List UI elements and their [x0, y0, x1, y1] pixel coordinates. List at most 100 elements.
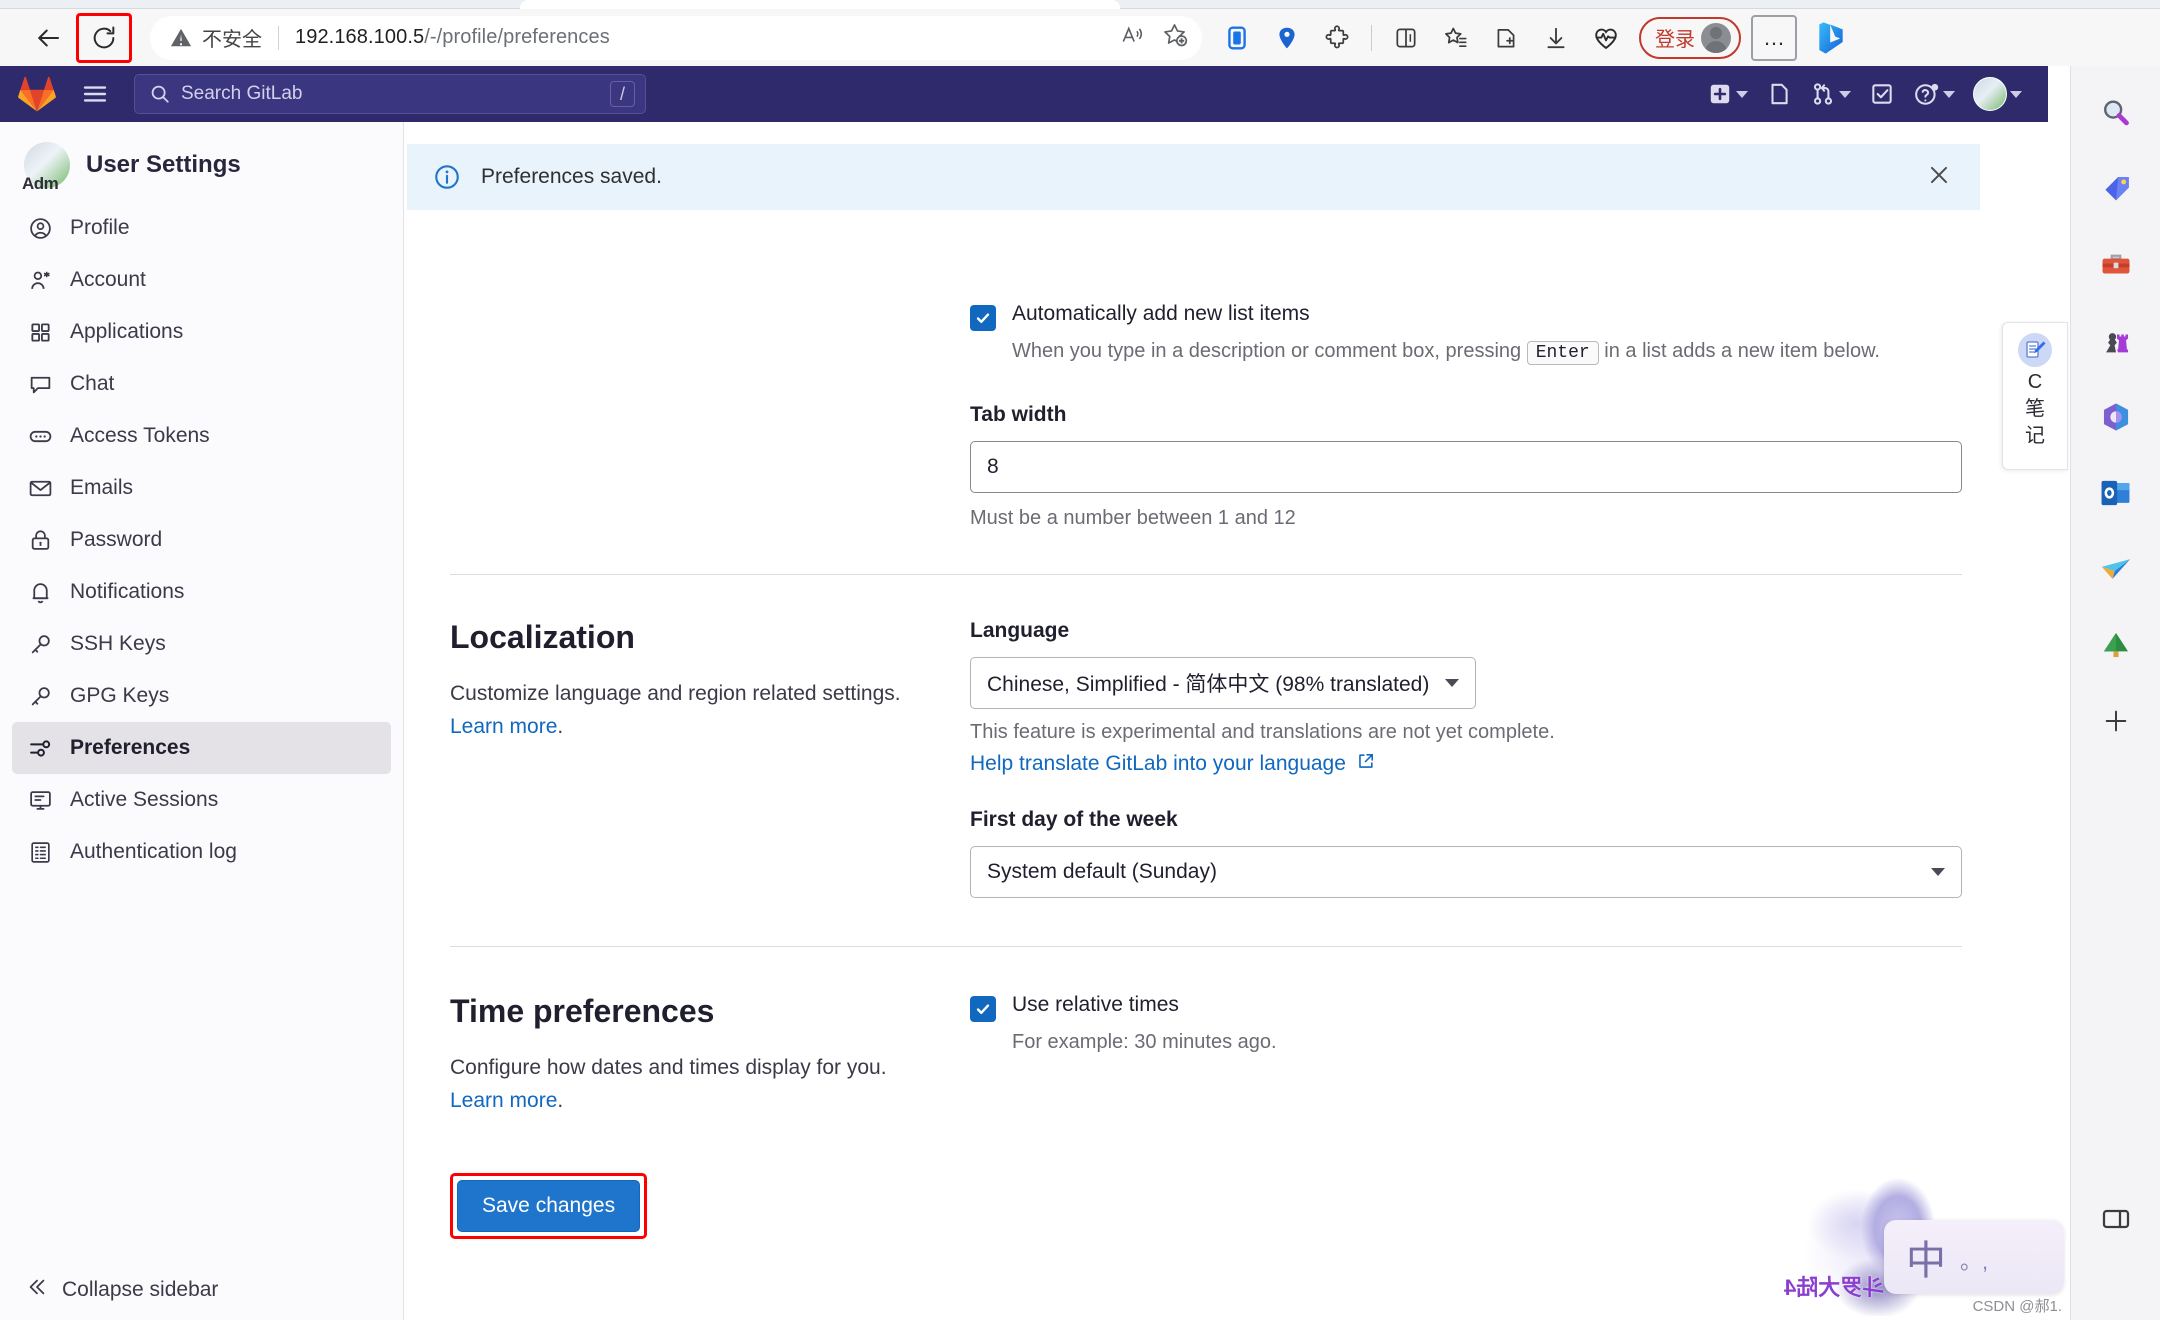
active-tab[interactable] [520, 0, 1120, 9]
sidebar-item-ssh-keys[interactable]: SSH Keys [12, 618, 391, 670]
chevron-down-icon [1931, 868, 1945, 876]
hamburger-menu-icon[interactable] [72, 71, 118, 117]
sidebar-item-label: SSH Keys [70, 632, 166, 655]
browser-essentials-icon[interactable] [1383, 15, 1429, 61]
performance-heart-icon[interactable] [1583, 15, 1629, 61]
sidebar-item-notifications[interactable]: Notifications [12, 566, 391, 618]
comment-icon [26, 372, 54, 397]
tab-width-hint: Must be a number between 1 and 12 [970, 507, 1296, 529]
search-shortcut-badge: / [609, 81, 635, 107]
localization-learn-more-link[interactable]: Learn more [450, 715, 557, 738]
search-placeholder: Search GitLab [181, 83, 303, 104]
downloads-icon[interactable] [1533, 15, 1579, 61]
envelope-icon [26, 476, 54, 501]
gitlab-logo-icon[interactable] [14, 71, 60, 117]
browser-extension-toolbar [1214, 15, 1629, 61]
language-select[interactable]: Chinese, Simplified - 简体中文 (98% translat… [970, 657, 1477, 709]
profile-avatar-icon [1701, 22, 1731, 53]
todos-button[interactable] [1861, 72, 1903, 116]
desc-after: in a list adds a new item below. [1604, 340, 1880, 362]
reload-button[interactable] [76, 12, 132, 63]
sidebar-item-password[interactable]: Password [12, 514, 391, 566]
sidebar-item-label: Access Tokens [70, 424, 210, 447]
collapse-sidebar-button[interactable]: Collapse sidebar [0, 1258, 404, 1320]
merge-requests-button[interactable] [1802, 72, 1859, 116]
sidebar-item-label: Applications [70, 320, 184, 343]
add-plus-icon[interactable] [2091, 696, 2141, 746]
address-bar[interactable]: 不安全 192.168.100.5/-/profile/preferences [150, 15, 1202, 60]
time-preferences-learn-more-link[interactable]: Learn more [450, 1089, 557, 1112]
sidebar-avatar-label: Adm [22, 174, 59, 193]
note-widget-line-2: 笔 [2025, 398, 2045, 420]
save-changes-button[interactable]: Save changes [457, 1180, 641, 1233]
toolbar-divider [1371, 24, 1372, 51]
sidebar-item-chat[interactable]: Chat [12, 358, 391, 410]
browser-tab-strip [0, 0, 2160, 9]
sign-in-label: 登录 [1655, 29, 1695, 51]
chevron-down-icon [1445, 679, 1460, 687]
tree-icon[interactable] [2091, 620, 2141, 670]
back-button[interactable] [26, 16, 70, 60]
shopping-tag-icon[interactable] [2091, 164, 2141, 214]
sidebar-item-preferences[interactable]: Preferences [12, 722, 391, 774]
gitlab-navbar-actions [1699, 72, 2030, 116]
collections-icon[interactable] [1433, 15, 1479, 61]
localization-description: Customize language and region related se… [450, 678, 930, 743]
notes-floating-widget[interactable]: C 笔 记 [2002, 322, 2068, 470]
sliders-icon [26, 736, 54, 761]
alert-close-button[interactable] [1926, 162, 1952, 193]
games-chess-icon[interactable] [2091, 316, 2141, 366]
search-magnifier-icon[interactable] [2091, 88, 2141, 138]
sidebar-item-applications[interactable]: Applications [12, 306, 391, 358]
chevron-down-icon [1839, 90, 1851, 98]
outlook-icon[interactable] [2091, 468, 2141, 518]
user-settings-sidebar: Adm User Settings Profile Account Applic… [0, 122, 404, 1320]
add-favorite-icon[interactable] [1161, 21, 1188, 54]
drop-pin-icon[interactable] [1264, 15, 1310, 61]
localization-desc-period: . [557, 714, 564, 738]
sidebar-item-authentication-log[interactable]: Authentication log [12, 826, 391, 878]
browser-toolbar: 不安全 192.168.100.5/-/profile/preferences [0, 9, 2160, 66]
check-icon [976, 1004, 990, 1015]
sidebar-item-access-tokens[interactable]: Access Tokens [12, 410, 391, 462]
tab-width-input[interactable]: 8 [970, 441, 1962, 493]
paper-plane-icon[interactable] [2091, 544, 2141, 594]
user-menu-button[interactable] [1965, 72, 2030, 116]
split-pane-icon[interactable] [2091, 1194, 2141, 1244]
help-button[interactable] [1905, 72, 1963, 116]
auto-add-list-items-checkbox[interactable] [970, 305, 996, 331]
sidebar-item-emails[interactable]: Emails [12, 462, 391, 514]
favorites-list-icon[interactable] [1483, 15, 1529, 61]
edge-browser-sidebar [2070, 66, 2160, 1320]
sidebar-item-account[interactable]: Account [12, 254, 391, 306]
omnibox-divider [278, 25, 279, 50]
sidebar-item-label: Password [70, 528, 163, 551]
tools-toolbox-icon[interactable] [2091, 240, 2141, 290]
sidebar-item-active-sessions[interactable]: Active Sessions [12, 774, 391, 826]
gitlab-application: Search GitLab / Adm User Settings Profil… [0, 66, 2048, 1320]
new-item-plus-button[interactable] [1699, 72, 1756, 116]
sidebar-item-gpg-keys[interactable]: GPG Keys [12, 670, 391, 722]
sidebar-item-profile[interactable]: Profile [12, 202, 391, 254]
key-icon [26, 684, 54, 709]
chevron-down-icon [1736, 90, 1748, 98]
split-screen-app-icon[interactable] [1214, 15, 1260, 61]
external-link-icon [1356, 752, 1375, 776]
read-aloud-icon[interactable] [1119, 22, 1145, 54]
first-day-select[interactable]: System default (Sunday) [970, 846, 1962, 898]
help-translate-link[interactable]: Help translate GitLab into your language [970, 752, 1346, 776]
sign-in-button[interactable]: 登录 [1639, 16, 1741, 59]
search-input[interactable]: Search GitLab / [134, 74, 646, 114]
use-relative-times-checkbox[interactable] [970, 996, 996, 1022]
extensions-puzzle-icon[interactable] [1314, 15, 1360, 61]
collapse-sidebar-label: Collapse sidebar [62, 1277, 219, 1301]
issues-button[interactable] [1758, 72, 1800, 116]
enter-key-badge: Enter [1526, 341, 1599, 365]
sidebar-item-label: Chat [70, 372, 115, 395]
sidebar-avatar: Adm [22, 142, 70, 193]
browser-more-button[interactable]: … [1751, 14, 1797, 61]
language-label: Language [970, 619, 1070, 642]
url-text: 192.168.100.5/-/profile/preferences [295, 26, 610, 49]
copilot-bing-button[interactable] [1807, 14, 1855, 62]
office-icon[interactable] [2091, 392, 2141, 442]
